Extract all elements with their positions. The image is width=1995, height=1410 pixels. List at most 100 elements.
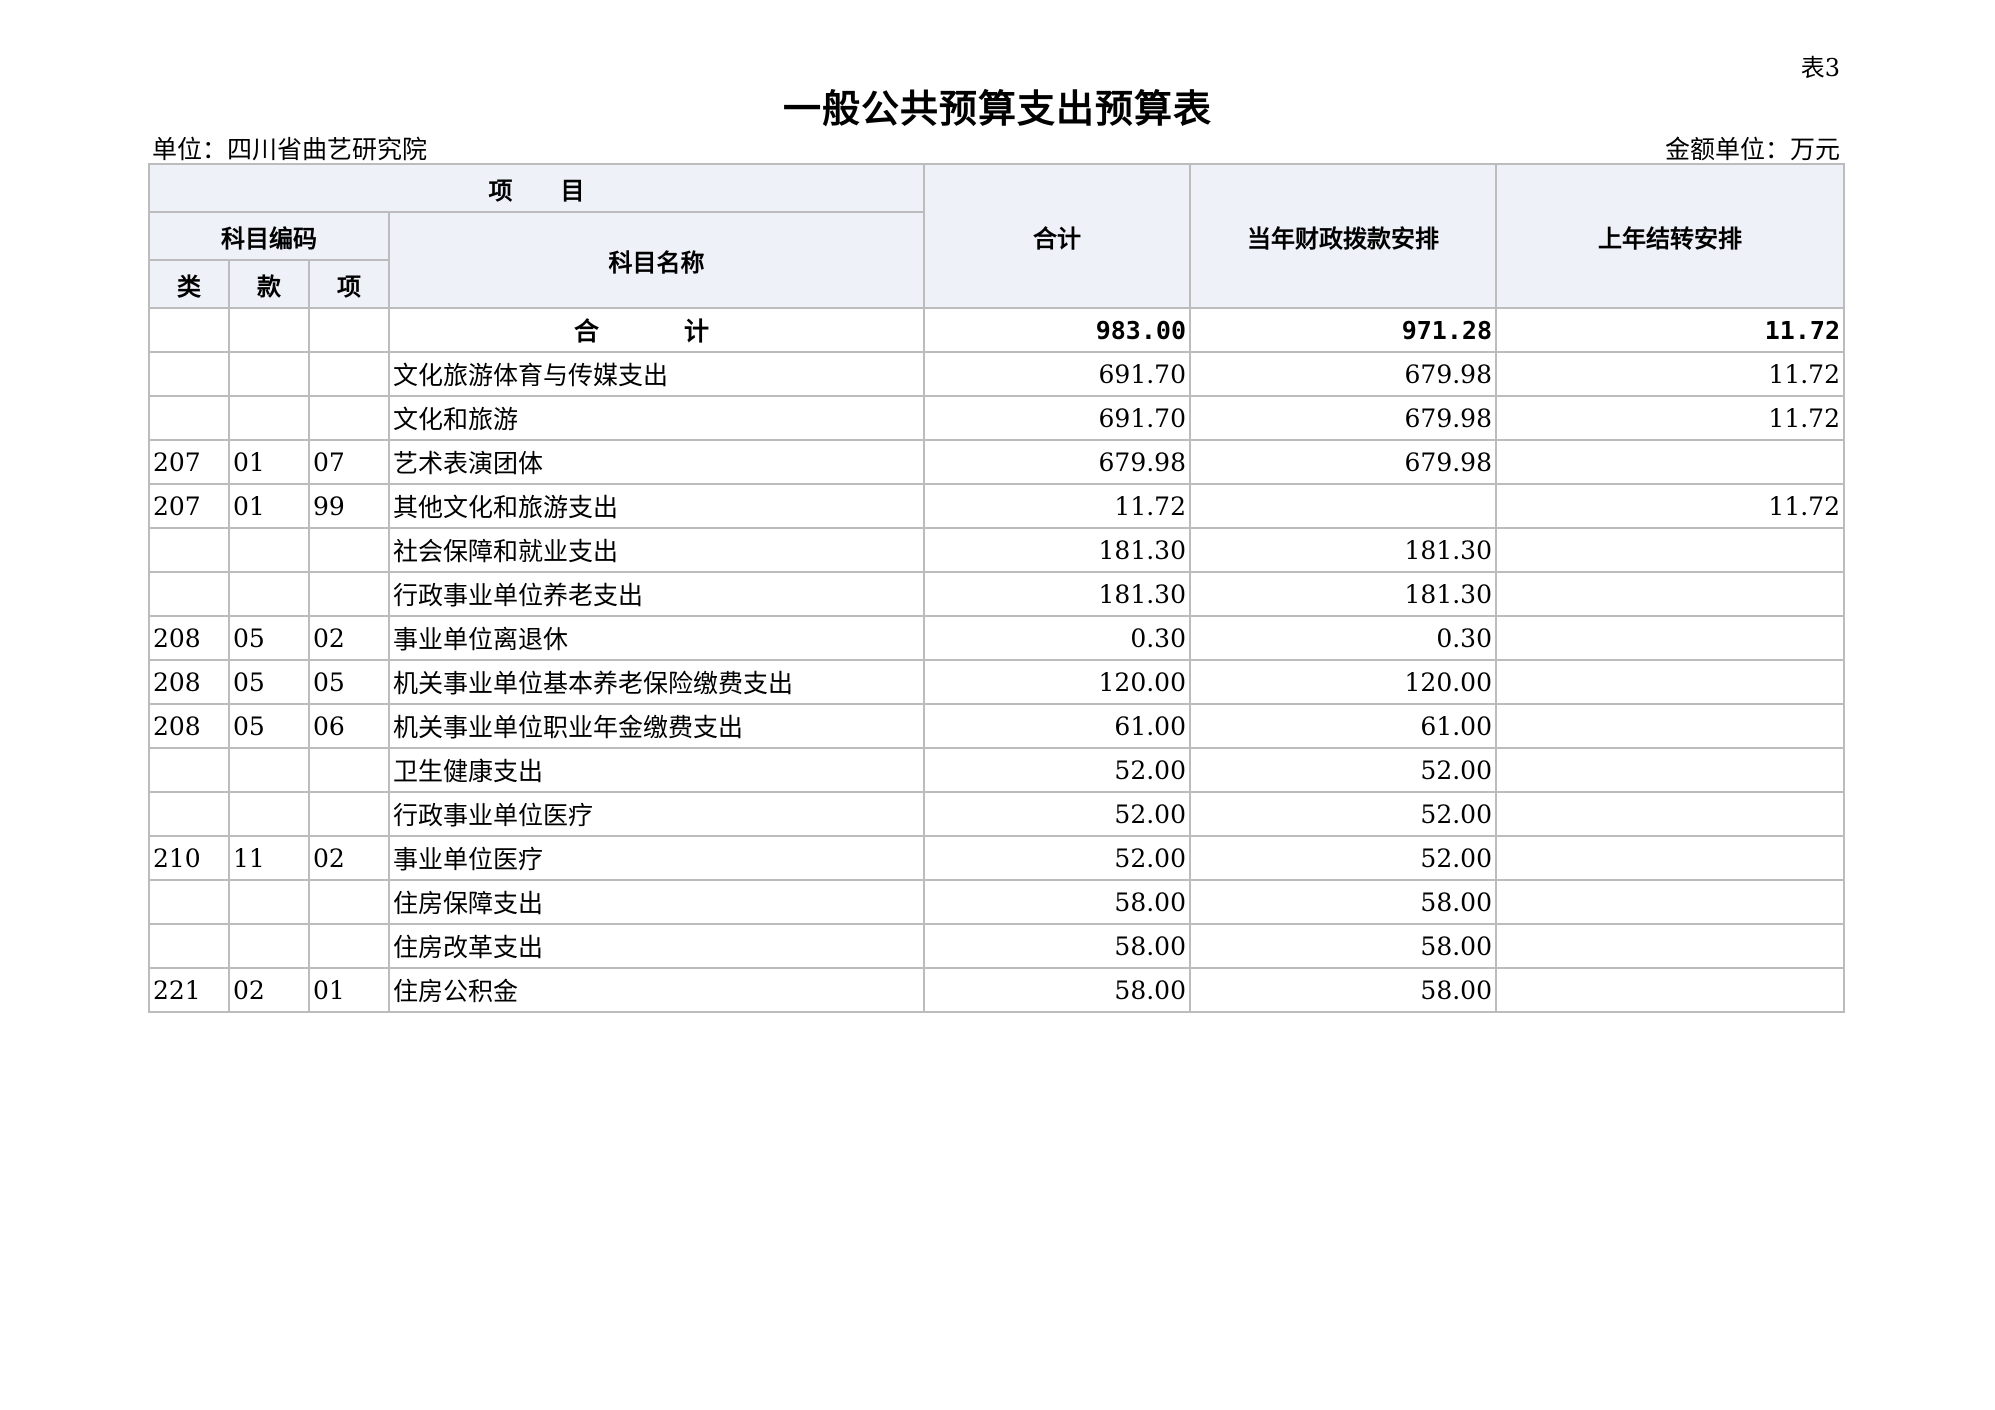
- code-item-cell: [308, 923, 390, 969]
- table-row: 221 02 01 住房公积金 58.00 58.00: [148, 967, 1845, 1013]
- current-amount-cell: 61.00: [1189, 703, 1497, 749]
- subject-name-cell: 行政事业单位养老支出: [388, 571, 925, 617]
- code-item-cell: 07: [308, 439, 390, 485]
- total-amount-cell: 181.30: [923, 527, 1191, 573]
- code-item-cell: [308, 571, 390, 617]
- last-amount-cell: [1495, 879, 1845, 925]
- subject-name-cell: 社会保障和就业支出: [388, 527, 925, 573]
- code-class-cell: 210: [148, 835, 230, 881]
- total-last-amount: 11.72: [1495, 307, 1845, 353]
- total-amount-cell: 0.30: [923, 615, 1191, 661]
- last-amount-cell: 11.72: [1495, 483, 1845, 529]
- last-amount-cell: [1495, 923, 1845, 969]
- last-amount-cell: [1495, 439, 1845, 485]
- current-amount-cell: 679.98: [1189, 351, 1497, 397]
- total-row: 合 计 983.00 971.28 11.72: [148, 307, 1845, 353]
- code-item-cell: 01: [308, 967, 390, 1013]
- code-class-cell: [148, 571, 230, 617]
- total-amount-cell: 52.00: [923, 747, 1191, 793]
- header-project: 项 目: [148, 163, 925, 213]
- code-section-cell: [228, 879, 310, 925]
- current-amount-cell: 679.98: [1189, 395, 1497, 441]
- total-amount-cell: 691.70: [923, 351, 1191, 397]
- total-amount-cell: 52.00: [923, 791, 1191, 837]
- subject-name-cell: 行政事业单位医疗: [388, 791, 925, 837]
- total-amount-cell: 58.00: [923, 967, 1191, 1013]
- code-section-cell: 01: [228, 483, 310, 529]
- total-current-amount: 971.28: [1189, 307, 1497, 353]
- code-class-cell: [148, 747, 230, 793]
- code-section-cell: [228, 395, 310, 441]
- code-section-cell: 05: [228, 659, 310, 705]
- table-row: 207 01 07 艺术表演团体 679.98 679.98: [148, 439, 1845, 485]
- total-amount-cell: 120.00: [923, 659, 1191, 705]
- code-item-cell: 99: [308, 483, 390, 529]
- header-class: 类: [148, 259, 230, 309]
- subject-name-cell: 住房公积金: [388, 967, 925, 1013]
- current-amount-cell: 0.30: [1189, 615, 1497, 661]
- last-amount-cell: [1495, 703, 1845, 749]
- code-item-cell: 05: [308, 659, 390, 705]
- code-item-cell: [308, 747, 390, 793]
- header-section: 款: [228, 259, 310, 309]
- table-row: 卫生健康支出 52.00 52.00: [148, 747, 1845, 793]
- table-row: 住房改革支出 58.00 58.00: [148, 923, 1845, 969]
- table-body: 合 计 983.00 971.28 11.72 文化旅游体育与传媒支出 691.7…: [148, 307, 1845, 1013]
- amount-unit-label: 金额单位：万元: [1664, 135, 1840, 164]
- last-amount-cell: [1495, 835, 1845, 881]
- code-section-cell: [228, 791, 310, 837]
- code-section-cell: 05: [228, 703, 310, 749]
- subject-name-cell: 其他文化和旅游支出: [388, 483, 925, 529]
- total-label: 合 计: [388, 307, 925, 353]
- table-row: 208 05 05 机关事业单位基本养老保险缴费支出 120.00 120.00: [148, 659, 1845, 705]
- last-amount-cell: [1495, 615, 1845, 661]
- code-item-cell: [308, 791, 390, 837]
- last-amount-cell: 11.72: [1495, 395, 1845, 441]
- total-amount-cell: 61.00: [923, 703, 1191, 749]
- total-amount-cell: 691.70: [923, 395, 1191, 441]
- code-section-cell: [228, 923, 310, 969]
- code-item-cell: [308, 395, 390, 441]
- code-class-cell: [148, 351, 230, 397]
- subject-name-cell: 艺术表演团体: [388, 439, 925, 485]
- code-class-cell: [148, 527, 230, 573]
- current-amount-cell: 52.00: [1189, 791, 1497, 837]
- code-item-cell: [308, 527, 390, 573]
- table-row: 住房保障支出 58.00 58.00: [148, 879, 1845, 925]
- table-row: 208 05 06 机关事业单位职业年金缴费支出 61.00 61.00: [148, 703, 1845, 749]
- code-class-cell: [148, 791, 230, 837]
- code-section-cell: 02: [228, 967, 310, 1013]
- last-amount-cell: [1495, 659, 1845, 705]
- subject-name-cell: 卫生健康支出: [388, 747, 925, 793]
- unit-label: 单位：四川省曲艺研究院: [152, 135, 428, 164]
- page-title: 一般公共预算支出预算表: [782, 87, 1212, 131]
- header-current-year: 当年财政拨款安排: [1189, 163, 1497, 309]
- total-amount-cell: 11.72: [923, 483, 1191, 529]
- header-last-year: 上年结转安排: [1495, 163, 1845, 309]
- code-section-cell: 01: [228, 439, 310, 485]
- code-class-cell: [148, 395, 230, 441]
- code-class-cell: [148, 879, 230, 925]
- current-amount-cell: [1189, 483, 1497, 529]
- total-amount-cell: 679.98: [923, 439, 1191, 485]
- code-class-cell: 208: [148, 659, 230, 705]
- current-amount-cell: 120.00: [1189, 659, 1497, 705]
- subject-name-cell: 住房改革支出: [388, 923, 925, 969]
- table-row: 社会保障和就业支出 181.30 181.30: [148, 527, 1845, 573]
- code-item-cell: 02: [308, 615, 390, 661]
- subject-name-cell: 事业单位医疗: [388, 835, 925, 881]
- total-amount-cell: 181.30: [923, 571, 1191, 617]
- current-amount-cell: 58.00: [1189, 923, 1497, 969]
- last-amount-cell: [1495, 791, 1845, 837]
- table-row: 行政事业单位医疗 52.00 52.00: [148, 791, 1845, 837]
- total-amount: 983.00: [923, 307, 1191, 353]
- code-section-cell: [228, 747, 310, 793]
- code-class-cell: 207: [148, 439, 230, 485]
- table-row: 行政事业单位养老支出 181.30 181.30: [148, 571, 1845, 617]
- current-amount-cell: 181.30: [1189, 571, 1497, 617]
- budget-table: 项 目 合计 当年财政拨款安排 上年结转安排 科目编码 科目名称 类 款 项 合…: [148, 163, 1845, 1013]
- code-class-cell: 207: [148, 483, 230, 529]
- current-amount-cell: 181.30: [1189, 527, 1497, 573]
- code-class-cell: [148, 923, 230, 969]
- code-section-cell: [228, 527, 310, 573]
